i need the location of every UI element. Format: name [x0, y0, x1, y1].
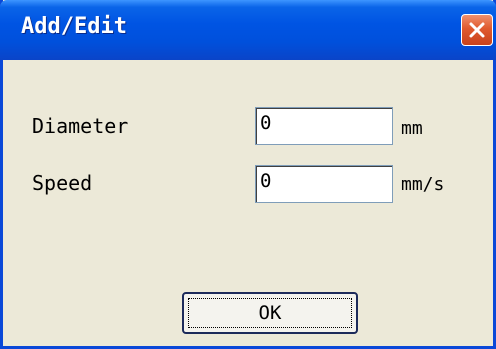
window-title: Add/Edit: [21, 14, 127, 39]
speed-unit: mm/s: [401, 174, 445, 195]
speed-label: Speed: [32, 171, 93, 195]
ok-button[interactable]: OK: [182, 292, 358, 334]
close-button[interactable]: [461, 14, 493, 46]
ok-label: OK: [258, 302, 282, 324]
diameter-input[interactable]: 0: [255, 107, 393, 145]
speed-input[interactable]: 0: [255, 165, 393, 203]
add-edit-dialog: Add/Edit Diameter 0 mm Speed 0 mm/s OK: [0, 0, 496, 349]
close-icon: [469, 22, 485, 38]
diameter-unit: mm: [401, 118, 423, 139]
diameter-label: Diameter: [32, 114, 129, 138]
title-bar[interactable]: Add/Edit: [0, 0, 496, 60]
